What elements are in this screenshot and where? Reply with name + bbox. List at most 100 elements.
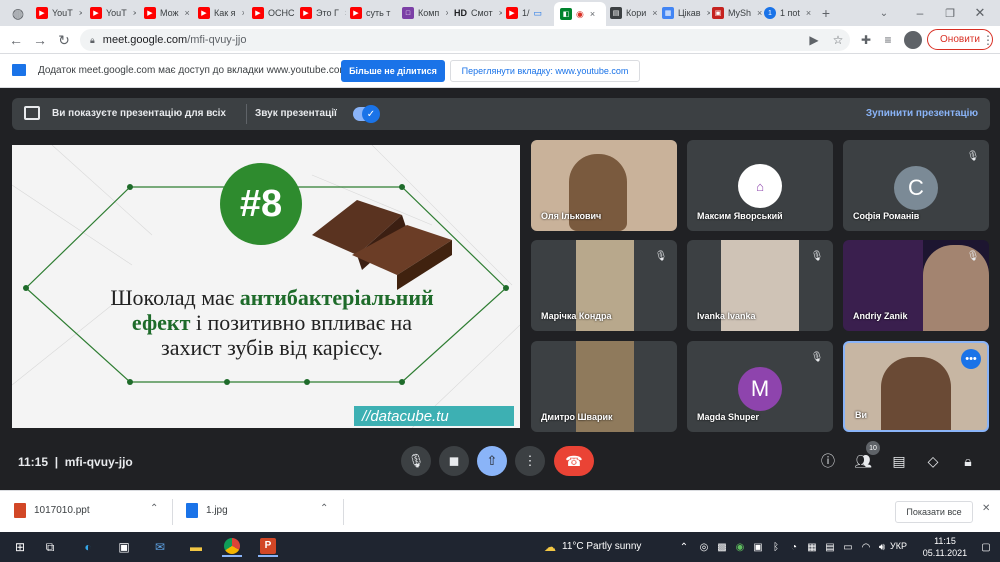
view-tab-button[interactable]: Переглянути вкладку: www.youtube.com (450, 60, 640, 82)
language-indicator[interactable]: УКР (890, 541, 907, 551)
edge-icon[interactable]: ◐ (78, 537, 98, 557)
close-icon[interactable]: × (445, 8, 448, 18)
camera-button[interactable]: ◼︎ (439, 446, 469, 476)
address-bar[interactable]: 🔒︎ meet.google.com/mfi-qvuy-jjo (80, 29, 850, 51)
battery-icon[interactable]: ▭ (838, 537, 858, 557)
minimize-icon[interactable]: – (910, 3, 930, 23)
participant-tile[interactable]: Оля Ількович (531, 140, 677, 231)
extensions-icon[interactable]: ✚ (858, 32, 874, 48)
restore-icon[interactable]: ❐ (940, 3, 960, 23)
tab-7[interactable]: ▶суть т× (350, 3, 396, 23)
tab-search-icon[interactable]: ◍ (8, 3, 28, 23)
tray-app-icon[interactable]: ▣ (748, 537, 768, 557)
volume-icon[interactable]: 🔊︎ (872, 537, 892, 557)
microphone-button[interactable]: 🎙︎ (401, 446, 431, 476)
youtube-icon: ▶ (300, 7, 312, 19)
tab-14[interactable]: ▣ MySh × (712, 3, 762, 23)
url-host: meet.google.com (102, 34, 188, 46)
bookmark-star-icon[interactable]: ☆ (830, 32, 846, 48)
participant-tile[interactable]: 🎙︎ Ivanka Ivanka (687, 240, 833, 331)
more-options-button[interactable]: ⋮ (515, 446, 545, 476)
camera-indicator-icon[interactable]: ▶ (806, 32, 822, 48)
tab-9[interactable]: HD Смот × (454, 3, 502, 23)
tab-6[interactable]: ▶Это Г× (300, 3, 346, 23)
show-all-button[interactable]: Показати все (895, 501, 973, 523)
task-view-icon[interactable]: ⧉ (40, 537, 60, 557)
tab-4[interactable]: ▶Как я× (198, 3, 244, 23)
explorer-icon[interactable]: ▬ (186, 537, 206, 557)
window-close-icon[interactable]: ✕ (970, 3, 990, 23)
bluetooth-icon[interactable]: ᛒ (766, 537, 786, 557)
close-icon[interactable]: × (806, 8, 811, 18)
download-chevron-icon[interactable]: ⌃ (320, 503, 328, 514)
tray-app-icon[interactable]: ▦ (802, 537, 822, 557)
participant-tile[interactable]: 🎙︎ С Софія Романів (843, 140, 989, 231)
tray-app-icon[interactable]: ◔ (784, 537, 804, 557)
close-icon[interactable]: × (242, 8, 244, 18)
notifications-icon[interactable]: ▢ (976, 537, 996, 557)
tab-5[interactable]: ▶ОСНС× (252, 3, 298, 23)
tray-chevron-icon[interactable]: ⌃ (674, 537, 694, 557)
participant-tile[interactable]: 🎙︎ Марічка Кондра (531, 240, 677, 331)
tab-search-chevron-icon[interactable]: ⌄ (874, 3, 894, 23)
stop-sharing-button[interactable]: Більше не ділитися (341, 60, 445, 82)
close-icon[interactable]: × (707, 8, 710, 18)
back-icon[interactable]: ← (6, 30, 26, 50)
tab-meet-active[interactable]: ◧ ◉ × (554, 2, 606, 26)
tray-app-icon[interactable]: ◉ (730, 537, 750, 557)
tab-2[interactable]: ▶ YouT × (90, 3, 136, 23)
end-call-button[interactable]: ☎︎ (554, 446, 594, 476)
tab-3[interactable]: ▶ Мож × (144, 3, 190, 23)
tab-1[interactable]: ▶ YouT × (36, 3, 82, 23)
reload-icon[interactable]: ↻ (54, 30, 74, 50)
download-item[interactable]: 1.jpg (186, 503, 228, 518)
weather-icon[interactable]: ☁ (540, 537, 560, 557)
tab-15[interactable]: 11 поt × (764, 3, 816, 23)
more-menu-icon[interactable]: ⋮ (980, 32, 996, 48)
powerpoint-icon[interactable]: P (258, 537, 278, 557)
chat-icon[interactable]: ▤ (889, 451, 909, 471)
chrome-icon[interactable] (222, 537, 242, 557)
present-button[interactable]: ⇧ (477, 446, 507, 476)
activities-icon[interactable]: ◇ (923, 451, 943, 471)
participant-tile[interactable]: 🎙︎ M Magda Shuper (687, 341, 833, 432)
tab-13[interactable]: ▦ Цікав × (662, 3, 710, 23)
meeting-time-code: 11:15 | mfi-qvuy-jjo (18, 455, 133, 469)
close-icon[interactable]: × (185, 8, 190, 18)
participant-tile-self[interactable]: ••• Ви (843, 341, 989, 432)
profile-avatar[interactable] (904, 31, 922, 49)
download-item[interactable]: 1017010.ppt (14, 503, 90, 518)
participant-tile[interactable]: ⌂ Максим Яворський (687, 140, 833, 231)
close-icon[interactable]: × (499, 8, 502, 18)
forward-icon[interactable]: → (30, 30, 50, 50)
tray-app-icon[interactable]: ▤ (820, 537, 840, 557)
close-icon[interactable]: × (133, 8, 136, 18)
participant-tile[interactable]: 🎙︎ Andriy Zanik (843, 240, 989, 331)
weather-text[interactable]: 11°C Partly sunny (562, 541, 641, 552)
info-icon[interactable]: ⓘ (818, 451, 838, 471)
close-downloads-icon[interactable]: ✕ (982, 503, 990, 514)
stop-presenting-button[interactable]: Зупинити презентацію (866, 108, 978, 119)
participant-tile[interactable]: Дмитро Шварик (531, 341, 677, 432)
download-chevron-icon[interactable]: ⌃ (150, 503, 158, 514)
reading-list-icon[interactable]: ≡ (880, 32, 896, 48)
host-controls-icon[interactable]: 🔒︎ (958, 451, 978, 471)
mail-icon[interactable]: ✉ (150, 537, 170, 557)
close-icon[interactable]: × (79, 8, 82, 18)
presentation-sound-toggle[interactable]: ✓ (353, 105, 380, 123)
tray-app-icon[interactable]: ◎ (694, 537, 714, 557)
start-icon[interactable]: ⊞ (10, 537, 30, 557)
new-tab-button[interactable]: + (816, 3, 836, 23)
mic-off-icon: 🎙︎ (810, 250, 824, 262)
tab-12[interactable]: ▤ Кори × (610, 3, 658, 23)
close-icon[interactable]: × (757, 8, 762, 18)
close-icon[interactable]: × (345, 8, 346, 18)
taskbar-clock[interactable]: 11:15 05.11.2021 (922, 535, 968, 559)
close-icon[interactable]: × (590, 9, 595, 19)
tab-10[interactable]: ▶ 1/▭ (506, 3, 552, 23)
tab-8[interactable]: □ Комп × (402, 3, 448, 23)
more-options-icon[interactable]: ••• (961, 349, 981, 369)
tray-app-icon[interactable]: ▩ (712, 537, 732, 557)
close-icon[interactable]: × (652, 8, 657, 18)
store-icon[interactable]: ▣ (114, 537, 134, 557)
